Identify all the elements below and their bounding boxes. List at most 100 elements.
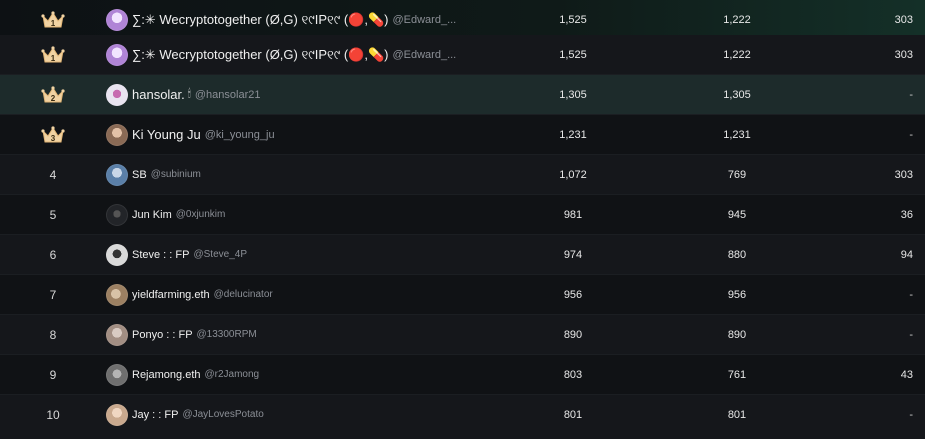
score-total: 803 bbox=[563, 368, 583, 381]
leaderboard-row[interactable]: 3 Ki Young Ju @ki_young_ju 1,231 1,231 - bbox=[0, 115, 925, 155]
avatar[interactable] bbox=[106, 363, 128, 386]
leaderboard-row[interactable]: 8 Ponyo : : FP @13300RPM 890 890 - bbox=[0, 315, 925, 355]
score-total: 1,525 bbox=[559, 13, 587, 26]
user-display-name[interactable]: Jun Kim bbox=[132, 209, 172, 221]
score-secondary: 303 bbox=[894, 48, 913, 61]
score-total: 1,072 bbox=[559, 168, 587, 181]
user-handle[interactable]: @Steve_4P bbox=[193, 249, 247, 260]
rank-cell: 2 bbox=[0, 85, 106, 105]
score-secondary: - bbox=[909, 128, 913, 141]
user-cell[interactable]: Steve : : FP @Steve_4P bbox=[106, 243, 504, 266]
user-display-name[interactable]: Ponyo : : FP bbox=[132, 329, 193, 341]
avatar[interactable] bbox=[106, 283, 128, 306]
score-secondary: 303 bbox=[894, 13, 913, 26]
leaderboard-row[interactable]: 7 yieldfarming.eth @delucinator 956 956 … bbox=[0, 275, 925, 315]
user-handle[interactable]: @0xjunkim bbox=[176, 209, 226, 220]
user-cell[interactable]: Jun Kim @0xjunkim bbox=[106, 203, 504, 226]
leaderboard-table: 1 ∑:✳ Wecryptotogether (Ø,G) ୧୯IP୧୯ (🔴,💊… bbox=[0, 0, 925, 439]
user-display-name[interactable]: SB bbox=[132, 169, 147, 181]
leaderboard-row[interactable]: 2 hansolar. 🕯 @hansolar21 1,305 1,305 - bbox=[0, 75, 925, 115]
avatar[interactable] bbox=[106, 8, 128, 31]
leaderboard-row-pinned[interactable]: 1 ∑:✳ Wecryptotogether (Ø,G) ୧୯IP୧୯ (🔴,💊… bbox=[0, 0, 925, 40]
score-primary: 1,222 bbox=[723, 48, 751, 61]
rank-number: 4 bbox=[49, 167, 57, 182]
avatar[interactable] bbox=[106, 403, 128, 426]
score-primary: 1,222 bbox=[723, 13, 751, 26]
avatar[interactable] bbox=[106, 203, 128, 226]
score-primary: 769 bbox=[727, 168, 747, 181]
score-primary: 1,231 bbox=[723, 128, 751, 141]
score-secondary: 36 bbox=[900, 208, 913, 221]
crown-icon: 1 bbox=[41, 45, 65, 65]
leaderboard-row[interactable]: 9 Rejamong.eth @r2Jamong 803 761 43 bbox=[0, 355, 925, 395]
leaderboard-row[interactable]: 6 Steve : : FP @Steve_4P 974 880 94 bbox=[0, 235, 925, 275]
score-primary: 956 bbox=[727, 288, 747, 301]
score-primary: 890 bbox=[727, 328, 747, 341]
rank-number: 2 bbox=[50, 93, 56, 103]
score-secondary: 43 bbox=[900, 368, 913, 381]
score-total: 981 bbox=[563, 208, 583, 221]
user-display-name[interactable]: Ki Young Ju bbox=[132, 127, 201, 142]
rank-cell: 1 bbox=[0, 10, 106, 30]
score-total: 956 bbox=[563, 288, 583, 301]
user-display-name[interactable]: ∑:✳ Wecryptotogether (Ø,G) ୧୯IP୧୯ (🔴,💊) bbox=[132, 12, 388, 28]
user-handle[interactable]: @Edward_... bbox=[392, 49, 456, 61]
avatar[interactable] bbox=[106, 123, 128, 146]
score-secondary: - bbox=[909, 88, 913, 101]
user-handle[interactable]: @r2Jamong bbox=[205, 369, 260, 380]
user-handle[interactable]: @13300RPM bbox=[197, 329, 257, 340]
user-cell[interactable]: Ponyo : : FP @13300RPM bbox=[106, 323, 504, 346]
score-total: 974 bbox=[563, 248, 583, 261]
user-handle[interactable]: @JayLovesPotato bbox=[182, 409, 263, 420]
rank-number: 3 bbox=[50, 133, 56, 143]
user-cell[interactable]: ∑:✳ Wecryptotogether (Ø,G) ୧୯IP୧୯ (🔴,💊) … bbox=[106, 8, 504, 31]
score-primary: 945 bbox=[727, 208, 747, 221]
avatar[interactable] bbox=[106, 243, 128, 266]
candle-emoji: 🕯 bbox=[187, 88, 191, 100]
avatar[interactable] bbox=[106, 43, 128, 66]
rank-cell: 3 bbox=[0, 125, 106, 145]
score-total: 1,231 bbox=[559, 128, 587, 141]
avatar[interactable] bbox=[106, 323, 128, 346]
user-display-name[interactable]: ∑:✳ Wecryptotogether (Ø,G) ୧୯IP୧୯ (🔴,💊) bbox=[132, 47, 388, 63]
score-secondary: 303 bbox=[894, 168, 913, 181]
crown-icon: 3 bbox=[41, 125, 65, 145]
user-cell[interactable]: Jay : : FP @JayLovesPotato bbox=[106, 403, 504, 426]
rank-number: 1 bbox=[50, 18, 56, 28]
leaderboard-row[interactable]: 5 Jun Kim @0xjunkim 981 945 36 bbox=[0, 195, 925, 235]
rank-number: 8 bbox=[49, 327, 57, 342]
leaderboard-row[interactable]: 10 Jay : : FP @JayLovesPotato 801 801 - bbox=[0, 395, 925, 435]
user-display-name[interactable]: yieldfarming.eth bbox=[132, 289, 210, 301]
user-cell[interactable]: Ki Young Ju @ki_young_ju bbox=[106, 123, 504, 146]
score-total: 1,305 bbox=[559, 88, 587, 101]
user-cell[interactable]: SB @subinium bbox=[106, 163, 504, 186]
avatar[interactable] bbox=[106, 163, 128, 186]
user-cell[interactable]: Rejamong.eth @r2Jamong bbox=[106, 363, 504, 386]
crown-icon: 2 bbox=[41, 85, 65, 105]
user-handle[interactable]: @ki_young_ju bbox=[205, 129, 275, 141]
user-display-name[interactable]: hansolar. bbox=[132, 87, 185, 102]
score-total: 1,525 bbox=[559, 48, 587, 61]
user-handle[interactable]: @subinium bbox=[151, 169, 201, 180]
user-display-name[interactable]: Steve : : FP bbox=[132, 249, 189, 261]
user-handle[interactable]: @Edward_... bbox=[392, 14, 456, 26]
leaderboard-row[interactable]: 4 SB @subinium 1,072 769 303 bbox=[0, 155, 925, 195]
user-handle[interactable]: @delucinator bbox=[214, 289, 273, 300]
user-cell[interactable]: ∑:✳ Wecryptotogether (Ø,G) ୧୯IP୧୯ (🔴,💊) … bbox=[106, 43, 504, 66]
rank-number: 6 bbox=[49, 247, 57, 262]
leaderboard-row[interactable]: 1 ∑:✳ Wecryptotogether (Ø,G) ୧୯IP୧୯ (🔴,💊… bbox=[0, 35, 925, 75]
crown-icon: 1 bbox=[41, 10, 65, 30]
rank-number: 7 bbox=[49, 287, 57, 302]
user-handle[interactable]: @hansolar21 bbox=[195, 89, 261, 101]
rank-number: 9 bbox=[49, 367, 57, 382]
avatar[interactable] bbox=[106, 83, 128, 106]
rank-cell: 1 bbox=[0, 45, 106, 65]
user-cell[interactable]: yieldfarming.eth @delucinator bbox=[106, 283, 504, 306]
user-display-name[interactable]: Rejamong.eth bbox=[132, 369, 201, 381]
rank-number: 10 bbox=[46, 407, 60, 422]
user-cell[interactable]: hansolar. 🕯 @hansolar21 bbox=[106, 83, 504, 106]
score-secondary: - bbox=[909, 408, 913, 421]
score-secondary: 94 bbox=[900, 248, 913, 261]
score-secondary: - bbox=[909, 288, 913, 301]
user-display-name[interactable]: Jay : : FP bbox=[132, 409, 178, 421]
